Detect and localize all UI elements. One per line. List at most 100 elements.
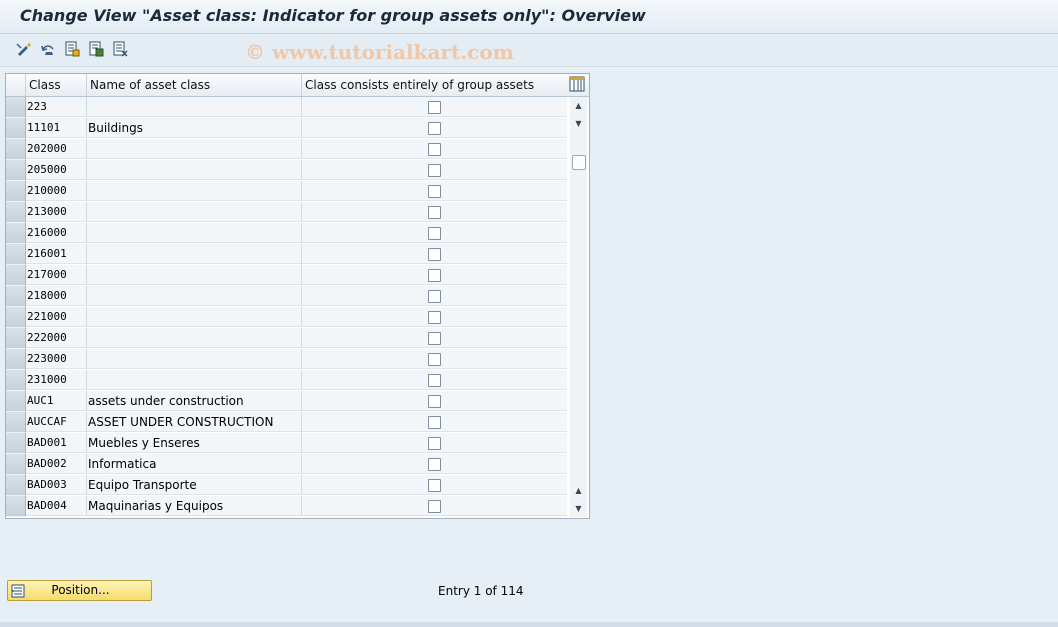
group-assets-checkbox[interactable] [428,164,441,177]
cell-class[interactable]: 210000 [26,181,87,201]
cell-name[interactable] [87,265,302,285]
cell-class[interactable]: BAD001 [26,433,87,453]
table-row[interactable]: 221000 [6,307,567,328]
row-selector[interactable] [6,202,26,223]
cell-name[interactable]: Buildings [87,118,302,138]
cell-name[interactable] [87,286,302,306]
cell-class[interactable]: AUCCAF [26,412,87,432]
table-row[interactable]: AUC1 assets under construction [6,391,567,412]
group-assets-checkbox[interactable] [428,248,441,261]
undo-icon[interactable] [39,40,57,58]
row-selector[interactable] [6,475,26,496]
cell-class[interactable]: 202000 [26,139,87,159]
table-row[interactable]: 11101 Buildings [6,118,567,139]
row-selector[interactable] [6,349,26,370]
table-row[interactable]: 231000 [6,370,567,391]
delete-icon[interactable] [111,40,129,58]
cell-class[interactable]: 221000 [26,307,87,327]
column-header-name[interactable]: Name of asset class [87,74,302,96]
group-assets-checkbox[interactable] [428,185,441,198]
group-assets-checkbox[interactable] [428,290,441,303]
cell-name[interactable]: Equipo Transporte [87,475,302,495]
cell-name[interactable] [87,202,302,222]
cell-name[interactable] [87,307,302,327]
group-assets-checkbox[interactable] [428,500,441,513]
row-selector[interactable] [6,307,26,328]
cell-name[interactable]: ASSET UNDER CONSTRUCTION [87,412,302,432]
group-assets-checkbox[interactable] [428,458,441,471]
cell-class[interactable]: 231000 [26,370,87,390]
group-assets-checkbox[interactable] [428,374,441,387]
row-selector[interactable] [6,118,26,139]
table-row[interactable]: BAD004 Maquinarias y Equipos [6,496,567,517]
cell-name[interactable] [87,328,302,348]
group-assets-checkbox[interactable] [428,101,441,114]
table-row[interactable]: 213000 [6,202,567,223]
table-row[interactable]: BAD003 Equipo Transporte [6,475,567,496]
cell-class[interactable]: 223000 [26,349,87,369]
table-row[interactable]: 223 [6,97,567,118]
cell-class[interactable]: 217000 [26,265,87,285]
group-assets-checkbox[interactable] [428,311,441,324]
scroll-thumb[interactable] [572,155,586,170]
table-row[interactable]: BAD002 Informatica [6,454,567,475]
new-entries-icon[interactable] [63,40,81,58]
cell-name[interactable]: assets under construction [87,391,302,411]
table-row[interactable]: BAD001 Muebles y Enseres [6,433,567,454]
table-row[interactable]: 210000 [6,181,567,202]
cell-name[interactable] [87,139,302,159]
cell-name[interactable] [87,223,302,243]
row-selector[interactable] [6,265,26,286]
display-change-icon[interactable] [15,40,33,58]
cell-name[interactable] [87,349,302,369]
row-selector[interactable] [6,223,26,244]
position-button[interactable]: Position... [7,580,152,601]
group-assets-checkbox[interactable] [428,122,441,135]
table-row[interactable]: 222000 [6,328,567,349]
cell-class[interactable]: 213000 [26,202,87,222]
row-selector[interactable] [6,370,26,391]
cell-name[interactable] [87,244,302,264]
group-assets-checkbox[interactable] [428,479,441,492]
column-header-class[interactable]: Class [26,74,87,96]
cell-class[interactable]: 222000 [26,328,87,348]
column-header-group-assets[interactable]: Class consists entirely of group assets [302,74,567,96]
group-assets-checkbox[interactable] [428,143,441,156]
cell-name[interactable]: Muebles y Enseres [87,433,302,453]
row-selector[interactable] [6,496,26,517]
group-assets-checkbox[interactable] [428,416,441,429]
cell-class[interactable]: 205000 [26,160,87,180]
cell-name[interactable] [87,160,302,180]
table-row[interactable]: 202000 [6,139,567,160]
group-assets-checkbox[interactable] [428,206,441,219]
scroll-page-up-icon[interactable]: ▲ [572,484,585,497]
scroll-down-icon[interactable]: ▼ [572,117,585,130]
select-all-corner[interactable] [6,74,26,96]
table-row[interactable]: AUCCAF ASSET UNDER CONSTRUCTION [6,412,567,433]
table-settings-icon[interactable] [569,76,585,92]
cell-class[interactable]: 216000 [26,223,87,243]
row-selector[interactable] [6,433,26,454]
cell-class[interactable]: BAD002 [26,454,87,474]
table-row[interactable]: 218000 [6,286,567,307]
row-selector[interactable] [6,454,26,475]
group-assets-checkbox[interactable] [428,395,441,408]
cell-class[interactable]: AUC1 [26,391,87,411]
cell-name[interactable] [87,370,302,390]
group-assets-checkbox[interactable] [428,269,441,282]
row-selector[interactable] [6,160,26,181]
scroll-up-icon[interactable]: ▲ [572,99,585,112]
cell-name[interactable] [87,181,302,201]
vertical-scrollbar[interactable]: ▲ ▼ ▲ ▼ [570,97,587,517]
cell-class[interactable]: 218000 [26,286,87,306]
table-row[interactable]: 205000 [6,160,567,181]
cell-class[interactable]: BAD004 [26,496,87,516]
copy-as-icon[interactable] [87,40,105,58]
cell-name[interactable]: Maquinarias y Equipos [87,496,302,516]
row-selector[interactable] [6,286,26,307]
cell-name[interactable]: Informatica [87,454,302,474]
row-selector[interactable] [6,97,26,118]
group-assets-checkbox[interactable] [428,332,441,345]
row-selector[interactable] [6,139,26,160]
group-assets-checkbox[interactable] [428,227,441,240]
